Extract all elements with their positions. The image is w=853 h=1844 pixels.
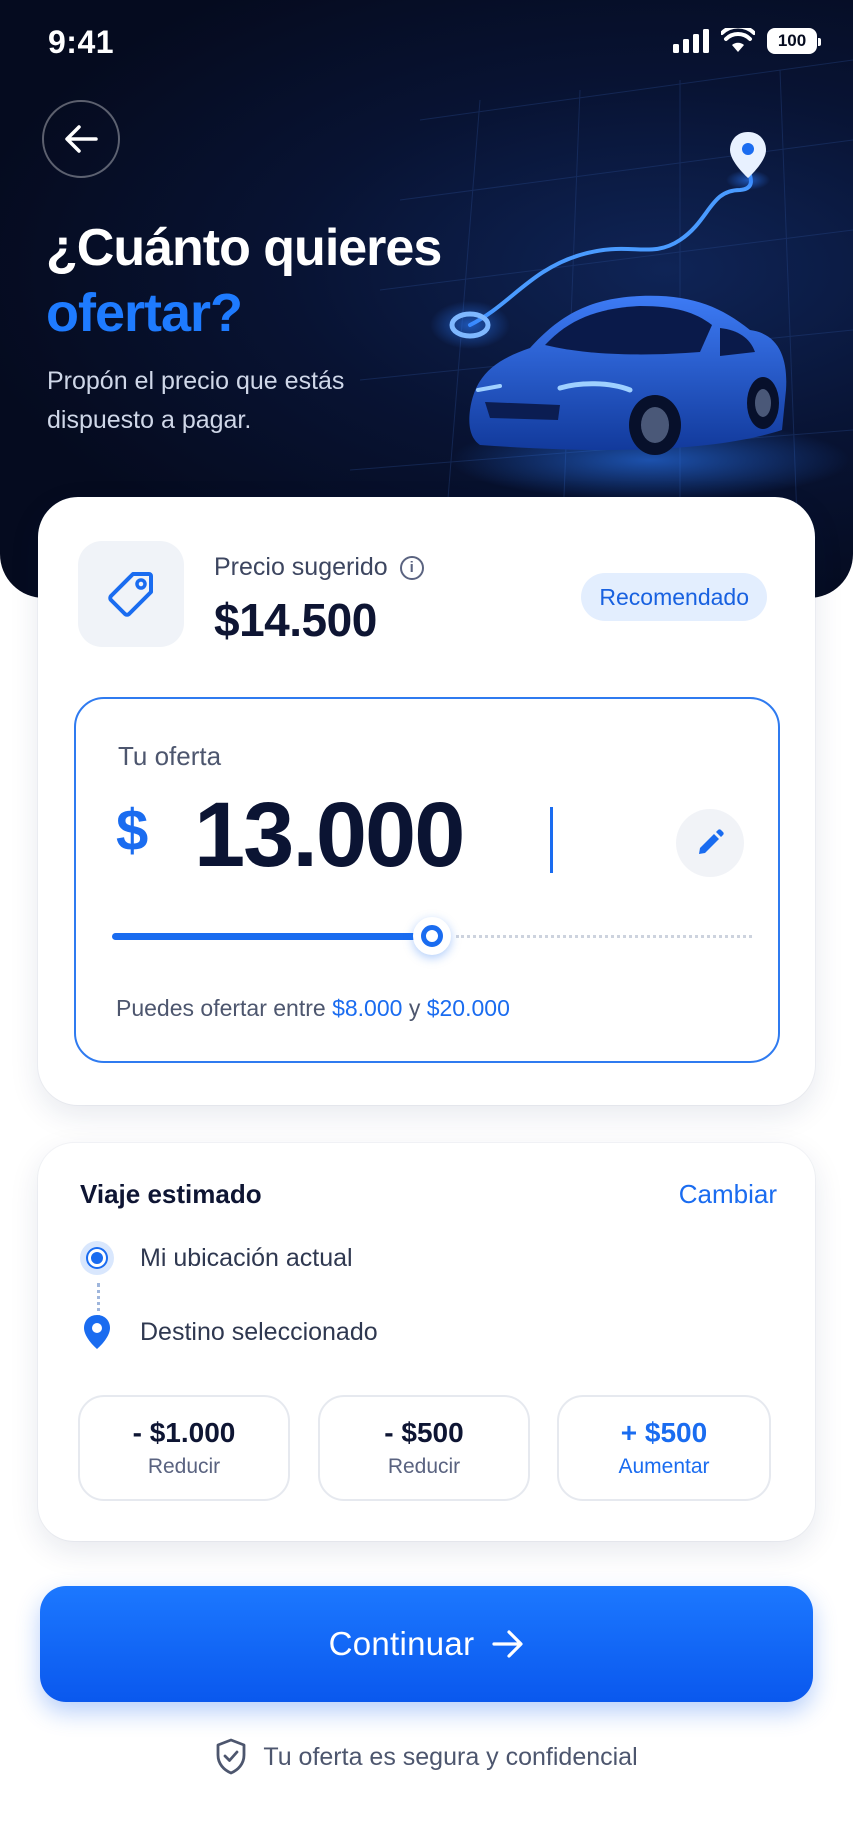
trip-card: Viaje estimado Cambiar Mi ubicación actu… bbox=[38, 1143, 815, 1541]
price-tag-icon bbox=[108, 572, 153, 617]
battery-icon: 100 bbox=[767, 28, 821, 54]
adjust-amount: - $500 bbox=[384, 1417, 464, 1448]
suggested-price-label-text: Precio sugerido bbox=[214, 553, 388, 581]
range-max: $20.000 bbox=[426, 995, 510, 1021]
status-icons: 100 bbox=[673, 28, 821, 54]
status-time: 9:41 bbox=[48, 24, 115, 60]
offer-label: Tu oferta bbox=[118, 741, 222, 771]
recommended-badge: Recomendado bbox=[581, 573, 767, 621]
info-icon[interactable]: i bbox=[399, 555, 424, 580]
secure-note-text: Tu oferta es segura y confidencial bbox=[263, 1742, 638, 1771]
continue-button[interactable]: Continuar bbox=[40, 1586, 813, 1702]
secure-note: Tu oferta es segura y confidencial bbox=[0, 1738, 853, 1776]
wifi-icon bbox=[721, 28, 755, 52]
continue-label: Continuar bbox=[328, 1625, 475, 1662]
pencil-icon bbox=[699, 829, 724, 854]
slider-fill bbox=[112, 933, 432, 940]
origin-text: Mi ubicación actual bbox=[140, 1243, 353, 1272]
slider-track-remaining bbox=[456, 935, 752, 938]
page-title-line2: ofertar? bbox=[46, 283, 243, 343]
text-caret bbox=[550, 807, 553, 873]
decrease-1000-button[interactable]: - $1.000 Reducir bbox=[78, 1395, 290, 1501]
offer-amount-input[interactable]: 13.000 bbox=[194, 783, 465, 888]
adjust-amount: - $1.000 bbox=[132, 1417, 236, 1448]
arrow-left-icon bbox=[65, 125, 98, 153]
arrow-right-icon bbox=[492, 1630, 523, 1658]
edit-offer-button[interactable] bbox=[676, 809, 744, 877]
change-trip-link[interactable]: Cambiar bbox=[679, 1179, 777, 1210]
origin-dot-icon bbox=[80, 1241, 114, 1275]
offer-range-text: Puedes ofertar entre $8.000 y $20.000 bbox=[116, 995, 510, 1022]
shield-check-icon bbox=[216, 1738, 246, 1775]
origin-row: Mi ubicación actual bbox=[80, 1241, 353, 1275]
offer-slider[interactable] bbox=[112, 917, 752, 955]
decrease-500-button[interactable]: - $500 Reducir bbox=[318, 1395, 530, 1501]
destination-row: Destino seleccionado bbox=[80, 1313, 378, 1351]
car-route-illustration bbox=[430, 132, 850, 500]
offer-input-box[interactable]: Tu oferta $ 13.000 Puedes ofertar entre … bbox=[74, 697, 780, 1063]
increase-500-button[interactable]: + $500 Aumentar bbox=[557, 1395, 771, 1501]
page-subtitle: Propón el precio que estás dispuesto a p… bbox=[47, 367, 345, 434]
price-tag-tile bbox=[78, 541, 184, 647]
adjust-amount: + $500 bbox=[620, 1417, 708, 1448]
suggested-price-value: $14.500 bbox=[214, 594, 377, 646]
currency-symbol: $ bbox=[116, 798, 149, 863]
adjust-label: Aumentar bbox=[618, 1455, 710, 1478]
range-min: $8.000 bbox=[332, 995, 403, 1021]
adjust-label: Reducir bbox=[147, 1455, 221, 1478]
slider-thumb[interactable] bbox=[413, 917, 451, 955]
trip-title: Viaje estimado bbox=[80, 1179, 262, 1209]
location-pin-icon bbox=[84, 1315, 110, 1349]
destination-text: Destino seleccionado bbox=[140, 1317, 378, 1346]
range-joiner: y bbox=[408, 995, 421, 1021]
range-prefix: Puedes ofertar entre bbox=[116, 995, 326, 1021]
status-bar: 9:41 100 bbox=[0, 0, 853, 90]
suggested-price-label: Precio sugerido i bbox=[214, 553, 424, 582]
back-button[interactable] bbox=[42, 100, 120, 178]
adjust-label: Reducir bbox=[387, 1455, 461, 1478]
price-card: Precio sugerido i $14.500 Recomendado Tu… bbox=[38, 497, 815, 1105]
page-title-line1: ¿Cuánto quieres bbox=[46, 219, 442, 277]
signal-icon bbox=[673, 29, 709, 53]
